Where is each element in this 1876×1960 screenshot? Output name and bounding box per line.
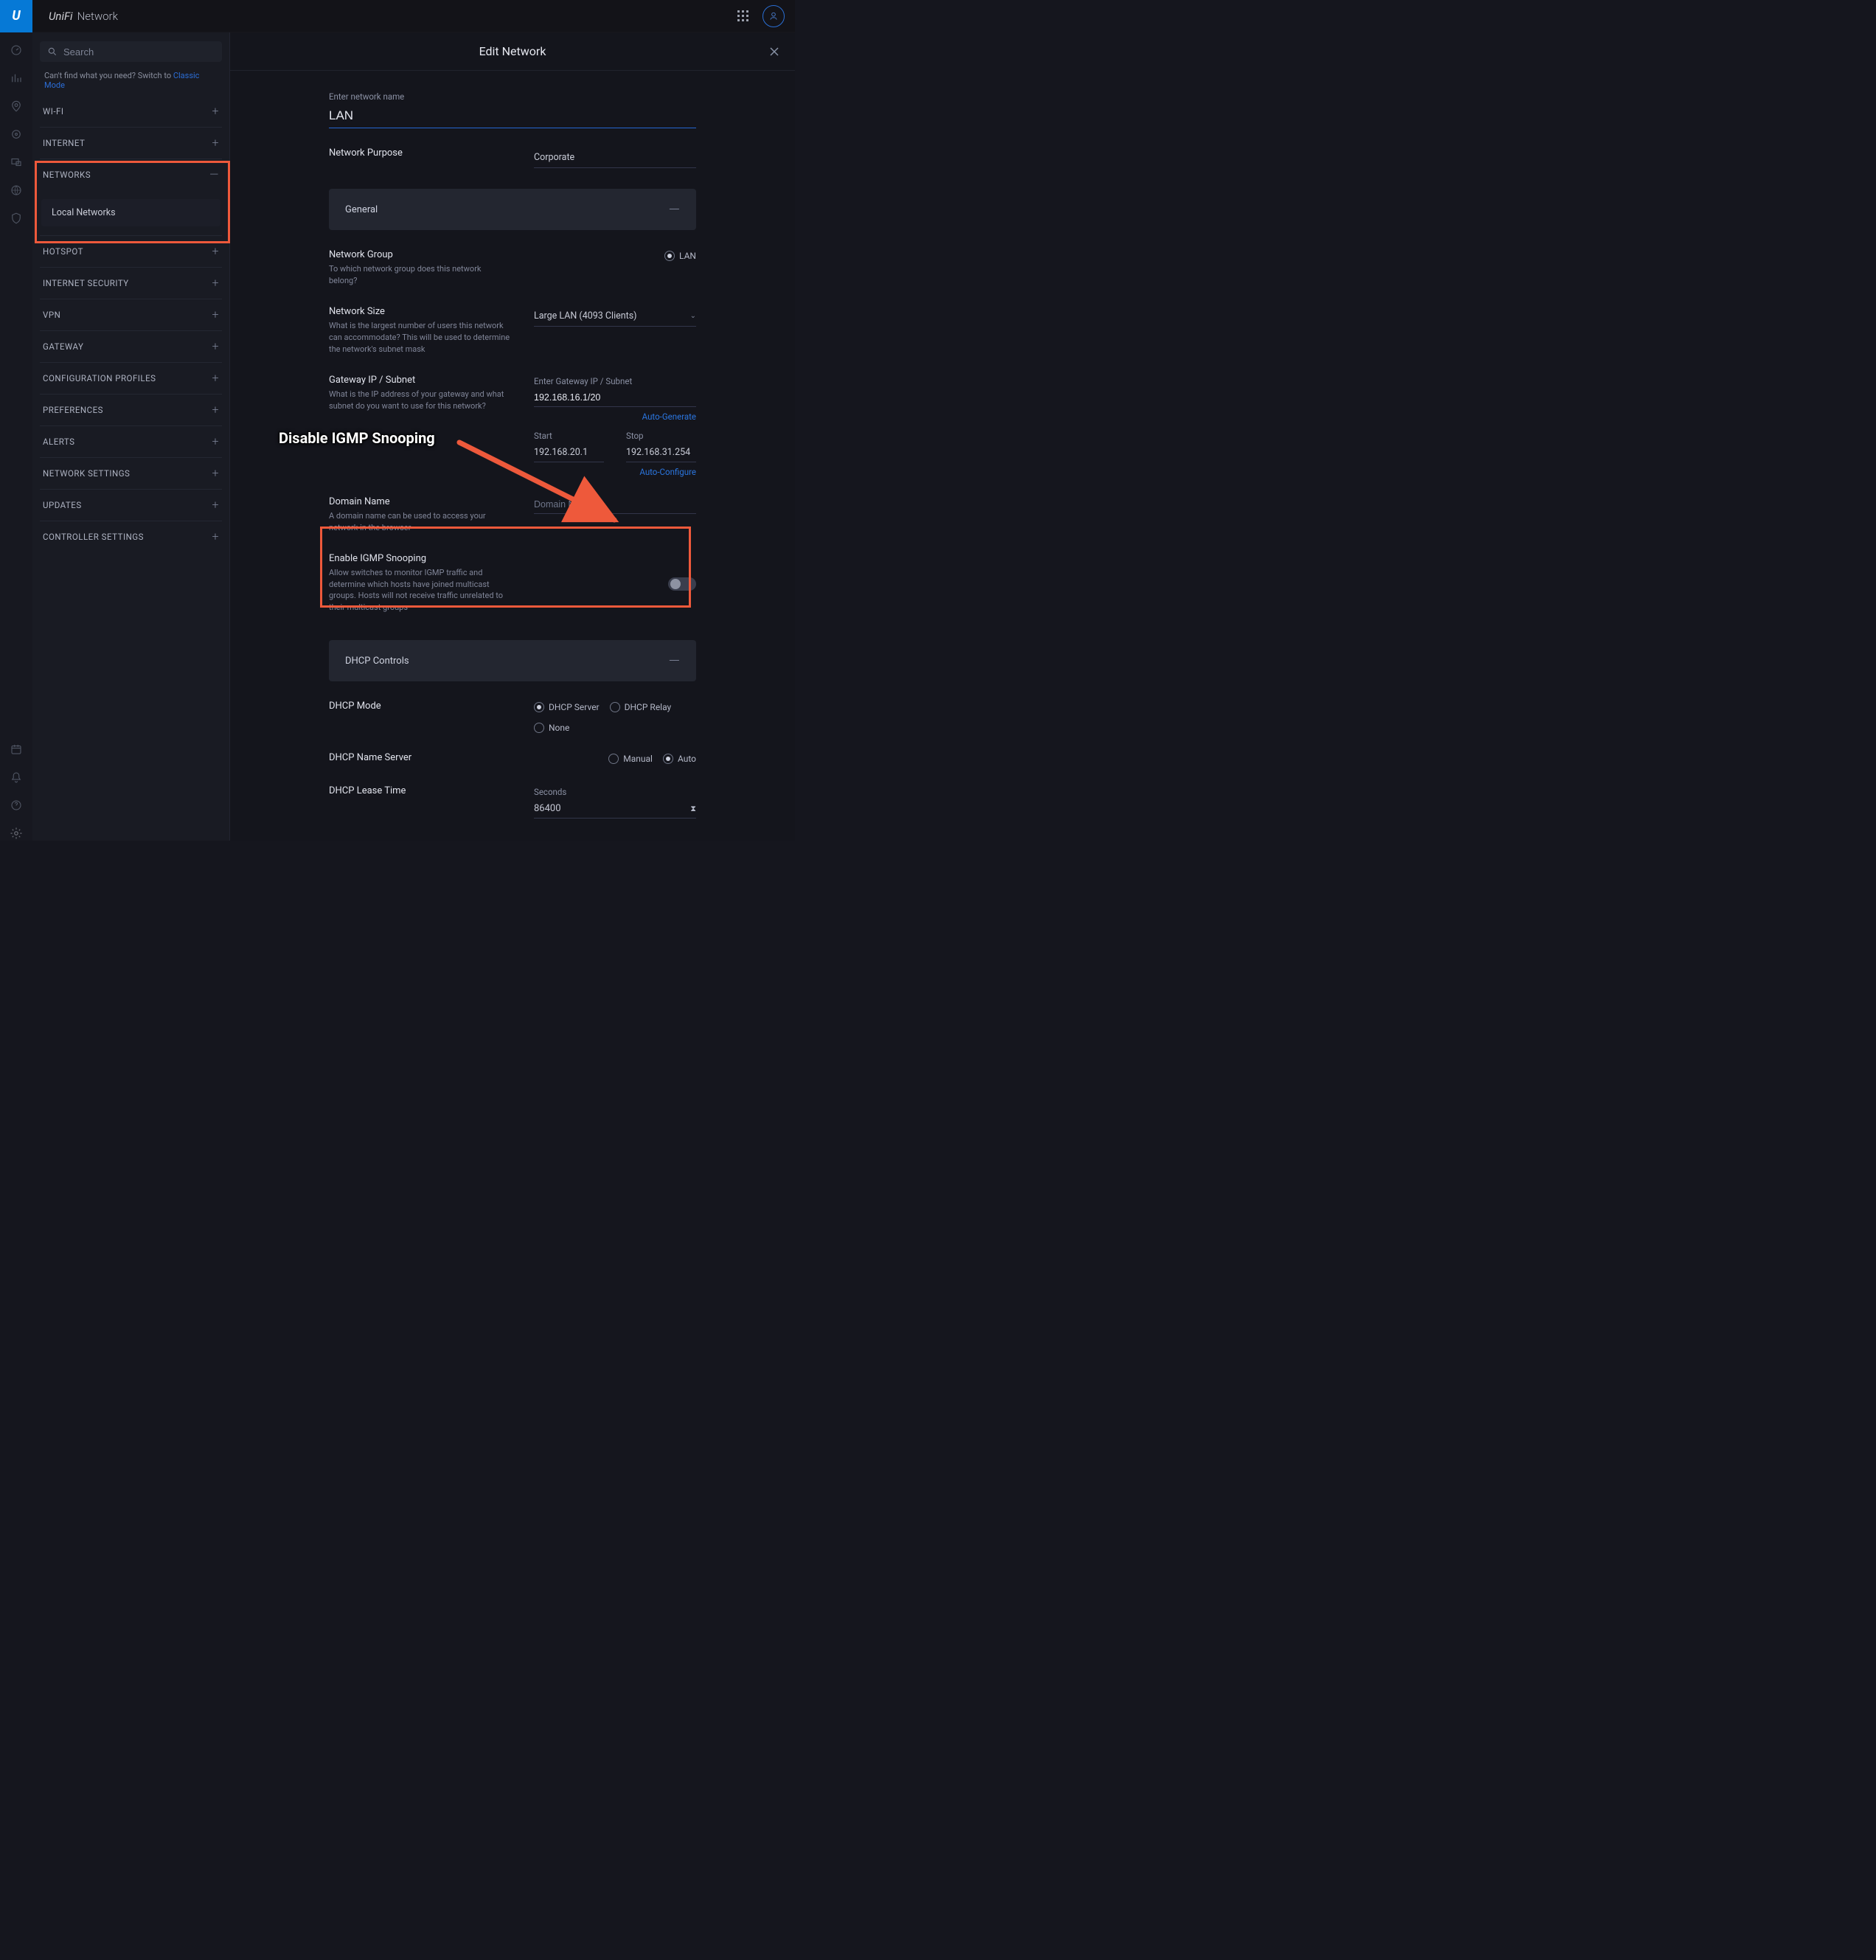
settings-sidebar: Can't find what you need? Switch to Clas… xyxy=(32,32,230,841)
sidebar-item-internet[interactable]: INTERNET+ xyxy=(40,128,222,159)
sidebar-item-network-settings[interactable]: NETWORK SETTINGS+ xyxy=(40,458,222,490)
brand-network: Network xyxy=(77,10,118,23)
dhcp-start-label: Start xyxy=(534,431,604,441)
section-general[interactable]: General — xyxy=(329,189,696,230)
stepper-icon[interactable]: ⧗ xyxy=(690,804,696,814)
close-button[interactable] xyxy=(767,44,782,59)
user-avatar[interactable] xyxy=(762,5,785,27)
dhcp-relay-radio[interactable]: DHCP Relay xyxy=(610,702,672,712)
dhcp-name-server-label: DHCP Name Server xyxy=(329,752,510,763)
igmp-label: Enable IGMP Snooping xyxy=(329,553,510,564)
dhcp-mode-label: DHCP Mode xyxy=(329,701,510,712)
brand-unifi: UniFi xyxy=(49,10,73,23)
calendar-icon[interactable] xyxy=(9,742,24,757)
dhcp-ns-manual-radio[interactable]: Manual xyxy=(608,754,653,764)
dhcp-start-value[interactable]: 192.168.20.1 xyxy=(534,445,604,462)
radio-icon xyxy=(610,702,620,712)
dhcp-stop-label: Stop xyxy=(626,431,696,441)
settings-icon[interactable] xyxy=(9,826,24,841)
gateway-placeholder-label: Enter Gateway IP / Subnet xyxy=(534,376,696,386)
page-title: Edit Network xyxy=(479,44,546,58)
brand: UniFi Network xyxy=(49,10,118,23)
top-bar: U UniFi Network xyxy=(0,0,795,32)
gateway-label: Gateway IP / Subnet xyxy=(329,375,510,386)
network-purpose-label: Network Purpose xyxy=(329,147,510,159)
radio-icon xyxy=(534,723,544,733)
chevron-down-icon: ⌄ xyxy=(690,312,696,320)
network-size-label: Network Size xyxy=(329,306,510,317)
network-group-desc: To which network group does this network… xyxy=(329,263,510,287)
network-size-desc: What is the largest number of users this… xyxy=(329,320,510,355)
sidebar-item-hotspot[interactable]: HOTSPOT+ xyxy=(40,236,222,268)
network-size-select[interactable]: Large LAN (4093 Clients) ⌄ xyxy=(534,307,696,327)
globe-icon[interactable] xyxy=(9,183,24,198)
dhcp-ns-auto-radio[interactable]: Auto xyxy=(663,754,696,764)
dhcp-lease-unit: Seconds xyxy=(534,787,696,797)
help-icon[interactable] xyxy=(9,798,24,813)
auto-configure-button[interactable]: Auto-Configure xyxy=(534,467,696,477)
dashboard-icon[interactable] xyxy=(9,43,24,58)
network-purpose-select[interactable]: Corporate xyxy=(534,149,696,168)
devices-icon[interactable] xyxy=(9,155,24,170)
sidebar-subitem-local-networks[interactable]: Local Networks xyxy=(41,199,220,226)
sidebar-item-alerts[interactable]: ALERTS+ xyxy=(40,426,222,458)
dhcp-lease-label: DHCP Lease Time xyxy=(329,785,510,796)
shield-icon[interactable] xyxy=(9,211,24,226)
logo: U xyxy=(0,0,32,32)
radio-icon xyxy=(664,251,675,261)
dhcp-none-radio[interactable]: None xyxy=(534,723,569,733)
radio-icon xyxy=(663,754,673,764)
sidebar-item-gateway[interactable]: GATEWAY+ xyxy=(40,331,222,363)
network-name-label: Enter network name xyxy=(329,91,696,102)
auto-generate-button[interactable]: Auto-Generate xyxy=(534,411,696,422)
apps-icon[interactable] xyxy=(737,10,749,22)
network-group-label: Network Group xyxy=(329,249,510,260)
sidebar-item-preferences[interactable]: PREFERENCES+ xyxy=(40,395,222,426)
search-box[interactable] xyxy=(40,41,222,62)
sidebar-item-wifi[interactable]: WI-FI+ xyxy=(40,96,222,128)
gateway-desc: What is the IP address of your gateway a… xyxy=(329,389,510,412)
domain-name-input[interactable] xyxy=(534,498,696,514)
network-name-input[interactable] xyxy=(329,106,696,128)
main-panel: Edit Network Enter network name Network … xyxy=(230,32,795,841)
network-group-lan-radio[interactable]: LAN xyxy=(664,251,696,261)
sidebar-item-networks[interactable]: NETWORKS— xyxy=(40,159,222,190)
sidebar-item-updates[interactable]: UPDATES+ xyxy=(40,490,222,521)
section-dhcp-controls[interactable]: DHCP Controls — xyxy=(329,640,696,681)
domain-name-desc: A domain name can be used to access your… xyxy=(329,510,510,534)
sidebar-item-internet-security[interactable]: INTERNET SECURITY+ xyxy=(40,268,222,299)
radio-icon xyxy=(534,702,544,712)
radio-icon xyxy=(608,754,619,764)
map-icon[interactable] xyxy=(9,99,24,114)
search-icon xyxy=(47,46,58,57)
sidebar-item-vpn[interactable]: VPN+ xyxy=(40,299,222,331)
classic-mode-hint: Can't find what you need? Switch to Clas… xyxy=(40,69,222,96)
domain-name-label: Domain Name xyxy=(329,496,510,507)
dhcp-stop-value[interactable]: 192.168.31.254 xyxy=(626,445,696,462)
sidebar-item-controller-settings[interactable]: CONTROLLER SETTINGS+ xyxy=(40,521,222,552)
search-input[interactable] xyxy=(63,46,215,58)
igmp-desc: Allow switches to monitor IGMP traffic a… xyxy=(329,567,510,614)
bell-icon[interactable] xyxy=(9,770,24,785)
main-header: Edit Network xyxy=(230,32,795,71)
nav-rail xyxy=(0,32,32,841)
stats-icon[interactable] xyxy=(9,71,24,86)
sidebar-item-config-profiles[interactable]: CONFIGURATION PROFILES+ xyxy=(40,363,222,395)
dhcp-server-radio[interactable]: DHCP Server xyxy=(534,702,600,712)
target-icon[interactable] xyxy=(9,127,24,142)
gateway-input[interactable] xyxy=(534,391,696,407)
dhcp-lease-input[interactable]: 86400 ⧗ xyxy=(534,802,696,819)
igmp-toggle[interactable] xyxy=(668,577,696,591)
close-icon xyxy=(767,44,782,59)
